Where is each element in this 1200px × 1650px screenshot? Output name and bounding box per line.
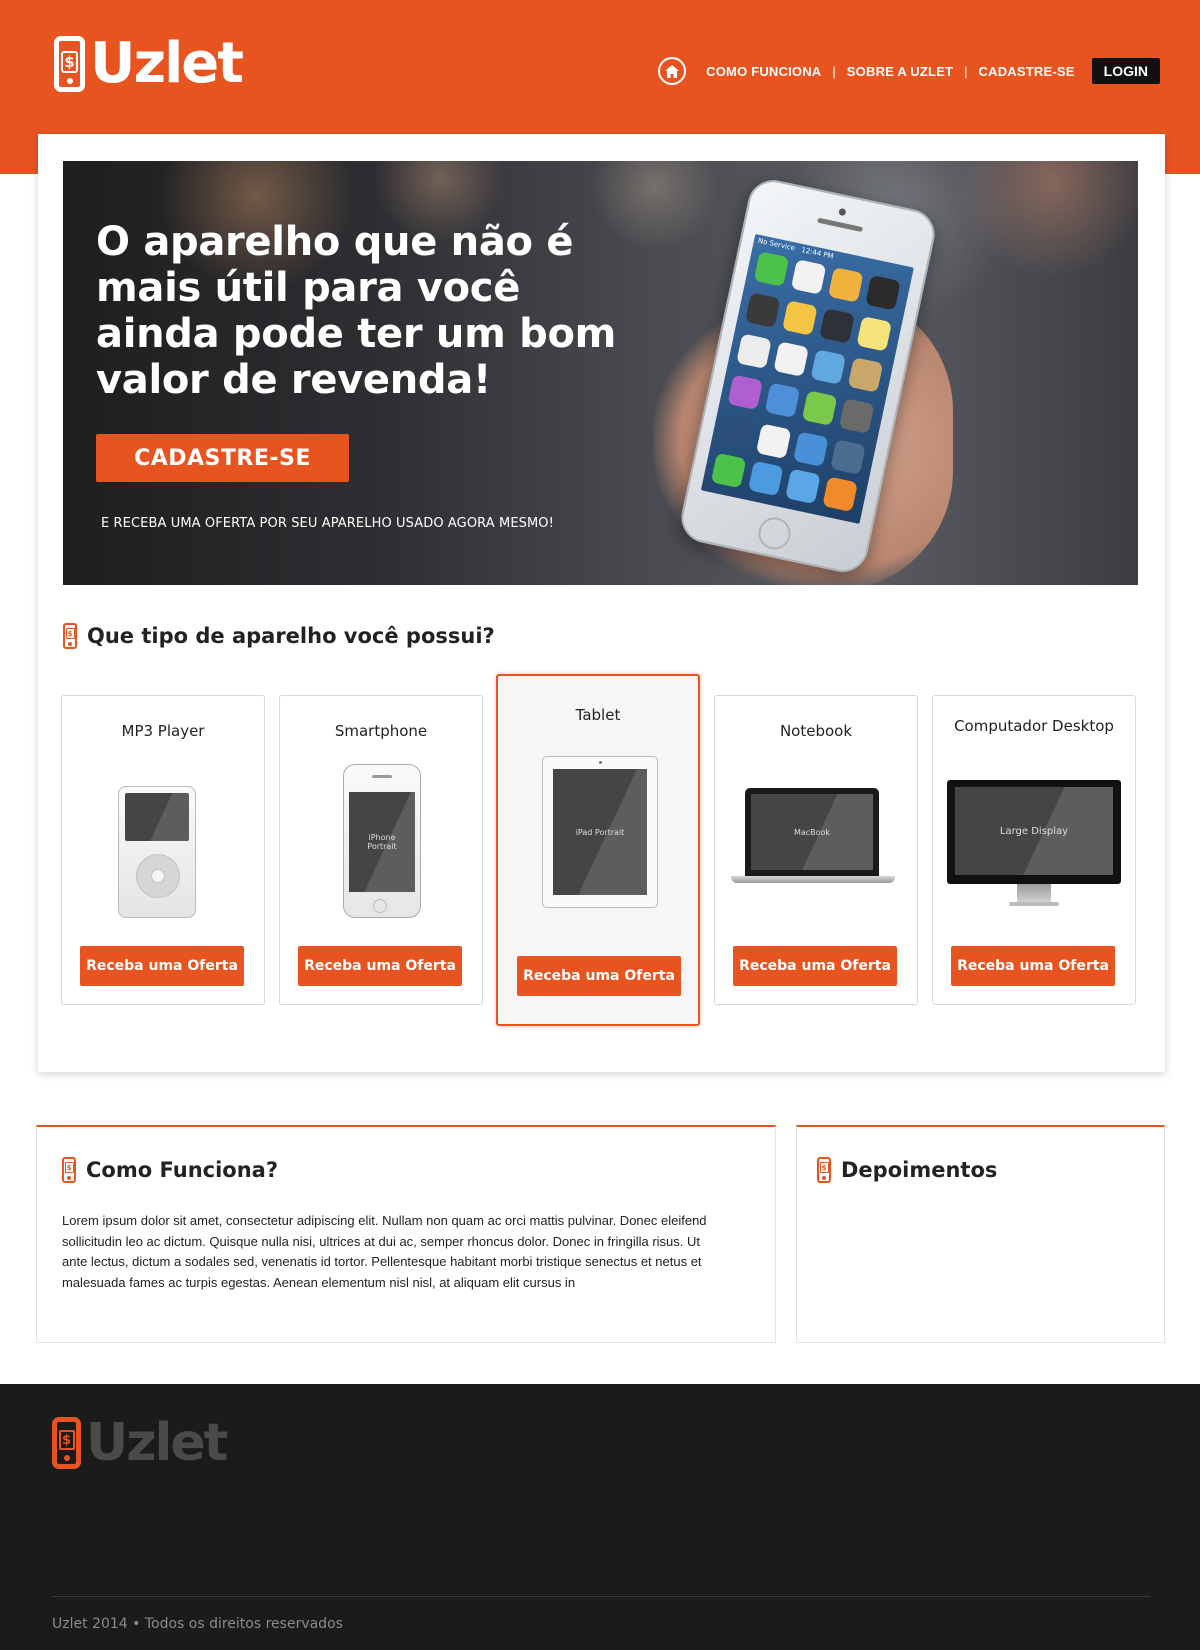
device-name: Tablet (575, 706, 621, 724)
nav-separator: | (964, 63, 968, 79)
devices-section-title: $ Que tipo de aparelho você possui? (63, 623, 495, 649)
main-nav: COMO FUNCIONA | SOBRE A UZLET | CADASTRE… (658, 56, 1160, 86)
home-icon[interactable] (658, 57, 687, 85)
footer-logo[interactable]: $ Uzlet (52, 1413, 228, 1473)
testimonials-section-title: $ Depoimentos (817, 1157, 997, 1183)
footer-copyright: Uzlet 2014 • Todos os direitos reservado… (52, 1616, 343, 1632)
get-offer-button[interactable]: Receba uma Oferta (951, 946, 1115, 986)
how-text: Lorem ipsum dolor sit amet, consectetur … (62, 1213, 707, 1290)
device-card-desktop[interactable]: Computador Desktop Large Display Receba … (932, 695, 1136, 1005)
phone-dollar-icon: $ (54, 36, 85, 92)
device-name: Computador Desktop (954, 717, 1114, 735)
device-card-notebook[interactable]: Notebook MacBook Receba uma Oferta (714, 695, 918, 1005)
phone-dollar-icon: $ (52, 1417, 81, 1469)
device-card-tablet[interactable]: Tablet iPad Portrait Receba uma Oferta (496, 674, 700, 1026)
nav-cadastre-se[interactable]: CADASTRE-SE (979, 64, 1075, 79)
nav-separator: | (832, 63, 836, 79)
testimonials-heading: Depoimentos (841, 1158, 998, 1182)
how-it-works-box: $ Como Funciona? Lorem ipsum dolor sit a… (36, 1125, 776, 1343)
get-offer-button[interactable]: Receba uma Oferta (298, 946, 462, 986)
login-button[interactable]: LOGIN (1091, 58, 1160, 84)
get-offer-button[interactable]: Receba uma Oferta (517, 956, 681, 996)
device-name: Smartphone (334, 722, 428, 740)
logo-text: Uzlet (90, 31, 244, 96)
device-name: MP3 Player (121, 722, 205, 740)
hero-subtitle: E RECEBA UMA OFERTA POR SEU APARELHO USA… (101, 516, 554, 531)
phone-dollar-icon: $ (62, 1157, 76, 1183)
hero-title: O aparelho que não é mais útil para você… (96, 219, 617, 403)
hero-banner: No Service 12:44 PM O aparelho que não é… (63, 161, 1138, 585)
devices-heading: Que tipo de aparelho você possui? (87, 624, 495, 648)
nav-como-funciona[interactable]: COMO FUNCIONA (706, 64, 821, 79)
nav-sobre-a-uzlet[interactable]: SOBRE A UZLET (847, 64, 953, 79)
footer-logo-text: Uzlet (86, 1413, 228, 1473)
ipad-image: iPad Portrait (542, 756, 658, 908)
get-offer-button[interactable]: Receba uma Oferta (80, 946, 244, 986)
footer-divider (52, 1596, 1150, 1597)
phone-dollar-icon: $ (817, 1157, 831, 1183)
get-offer-button[interactable]: Receba uma Oferta (733, 946, 897, 986)
phone-dollar-icon: $ (63, 623, 77, 649)
hero-cadastre-se-button[interactable]: CADASTRE-SE (96, 434, 349, 482)
desktop-display-image: Large Display (947, 780, 1123, 912)
device-name: Notebook (779, 722, 853, 740)
device-card-mp3[interactable]: MP3 Player Receba uma Oferta (61, 695, 265, 1005)
how-heading: Como Funciona? (86, 1158, 279, 1182)
device-card-smartphone[interactable]: Smartphone iPhone Portrait Receba uma Of… (279, 695, 483, 1005)
site-footer: $ Uzlet Uzlet 2014 • Todos os direitos r… (0, 1384, 1200, 1650)
main-card: No Service 12:44 PM O aparelho que não é… (38, 134, 1165, 1072)
iphone-image: iPhone Portrait (343, 764, 421, 918)
ipod-image (118, 786, 196, 918)
testimonials-box: $ Depoimentos (796, 1125, 1165, 1343)
how-section-title: $ Como Funciona? (62, 1157, 278, 1183)
macbook-image: MacBook (731, 788, 903, 884)
logo[interactable]: $ Uzlet (54, 31, 244, 96)
